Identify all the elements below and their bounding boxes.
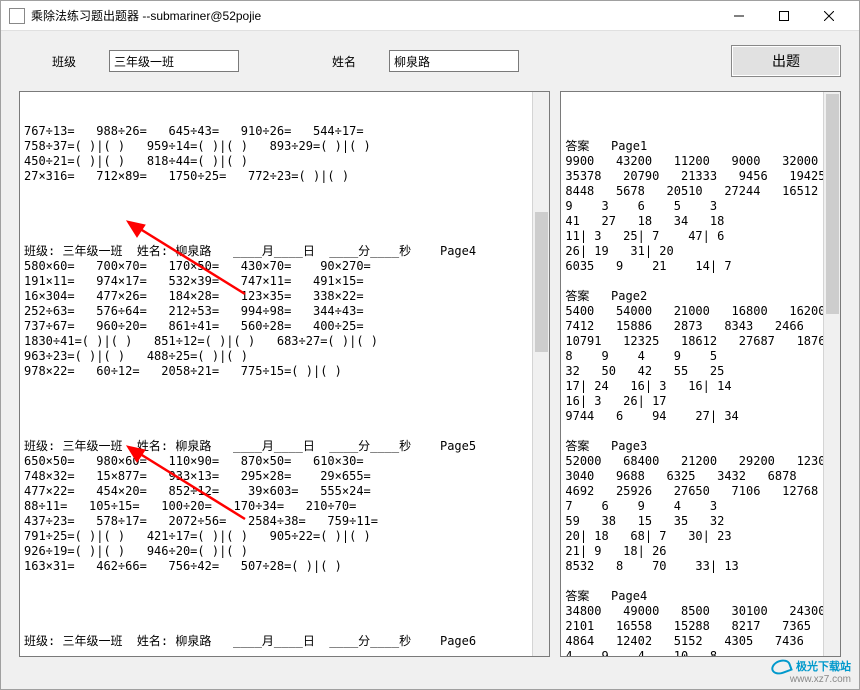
answers-pane[interactable]: 答案 Page1 9900 43200 11200 9000 32000 353… [560, 91, 841, 657]
questions-scrollbar[interactable] [532, 92, 549, 656]
minimize-button[interactable] [716, 2, 761, 30]
close-button[interactable] [806, 2, 851, 30]
app-window: 乘除法练习题出题器 --submariner@52pojie 班级 姓名 出题 … [0, 0, 860, 690]
name-label: 姓名 [299, 53, 389, 70]
questions-pane[interactable]: 767÷13= 988÷26= 645÷43= 910÷26= 544÷17= … [19, 91, 550, 657]
content-body: 767÷13= 988÷26= 645÷43= 910÷26= 544÷17= … [1, 91, 859, 675]
class-label: 班级 [19, 53, 109, 70]
scrollbar-thumb[interactable] [826, 94, 839, 314]
scrollbar-thumb[interactable] [535, 212, 548, 352]
window-controls [716, 2, 851, 30]
watermark-brand: 极光下载站 [796, 661, 851, 673]
watermark: 极光下载站 www.xz7.com [771, 658, 851, 685]
class-input[interactable] [109, 50, 239, 72]
generate-button[interactable]: 出题 [731, 45, 841, 77]
name-input[interactable] [389, 50, 519, 72]
watermark-url: www.xz7.com [771, 674, 851, 685]
titlebar: 乘除法练习题出题器 --submariner@52pojie [1, 1, 859, 31]
app-icon [9, 8, 25, 24]
answers-scrollbar[interactable] [823, 92, 840, 656]
window-title: 乘除法练习题出题器 --submariner@52pojie [31, 7, 716, 24]
maximize-button[interactable] [761, 2, 806, 30]
questions-text: 767÷13= 988÷26= 645÷43= 910÷26= 544÷17= … [20, 122, 549, 651]
answers-text: 答案 Page1 9900 43200 11200 9000 32000 353… [561, 122, 840, 657]
input-row: 班级 姓名 出题 [1, 31, 859, 91]
